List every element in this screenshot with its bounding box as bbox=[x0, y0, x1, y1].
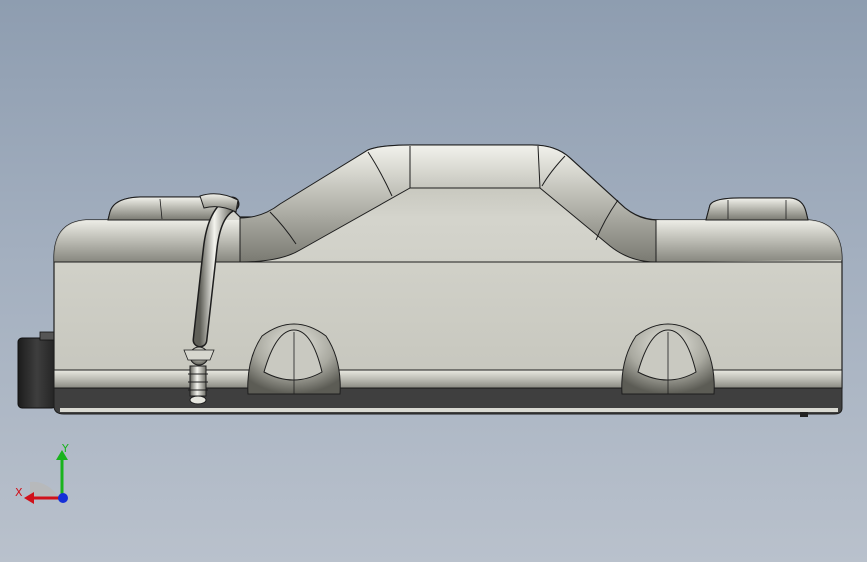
x-axis-arrow-head bbox=[24, 492, 34, 504]
view-orientation-triad[interactable]: Y X bbox=[10, 440, 80, 510]
y-axis-label: Y bbox=[61, 442, 69, 455]
foot-marker bbox=[800, 412, 808, 417]
3d-model-view[interactable] bbox=[0, 0, 867, 562]
tank-body[interactable] bbox=[53, 144, 843, 415]
z-axis-dot bbox=[58, 493, 68, 503]
graphics-viewport[interactable]: Y X bbox=[0, 0, 867, 562]
triad-plane-shading bbox=[30, 481, 60, 498]
x-axis-label: X bbox=[15, 486, 23, 499]
right-top-flange[interactable] bbox=[705, 197, 809, 221]
left-end-cap[interactable] bbox=[17, 331, 57, 409]
